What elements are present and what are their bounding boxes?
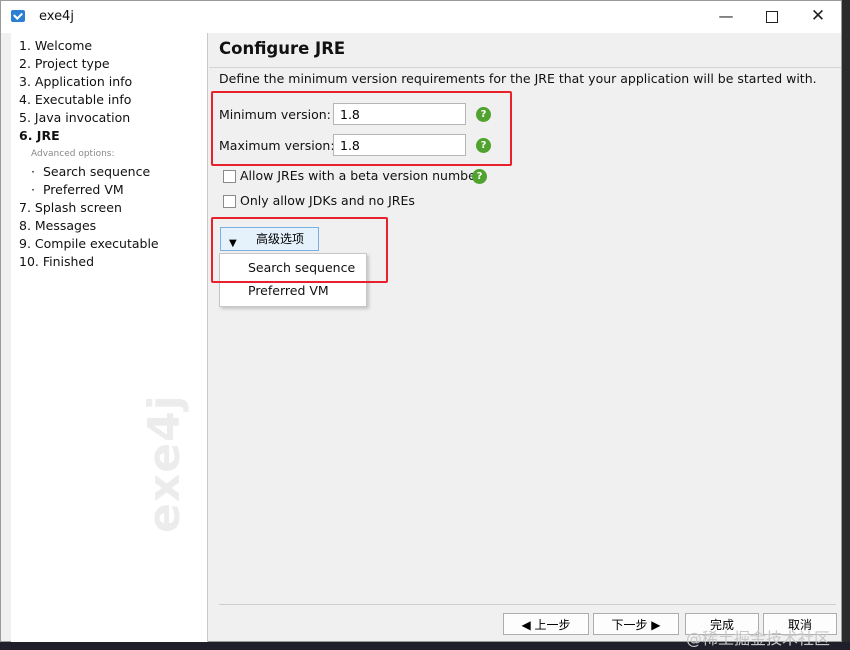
title-bar: exe4j — ✕ [1, 1, 841, 33]
menu-item-preferred-vm[interactable]: Preferred VM [248, 283, 329, 298]
site-watermark: @稀土掘金技术社区 [686, 629, 831, 648]
sidebar-item-search-sequence[interactable]: · Search sequence [31, 164, 150, 179]
exe4j-window: exe4j — ✕ 1. Welcome 2. Project type 3. … [0, 0, 842, 642]
minimize-button[interactable]: — [703, 1, 749, 33]
bullet-icon: · [31, 182, 35, 197]
advanced-options-label: Advanced options: [31, 149, 115, 159]
maximize-icon [766, 10, 778, 23]
beta-help-icon[interactable]: ? [472, 169, 487, 184]
beta-label: Allow JREs with a beta version number [240, 168, 481, 183]
sidebar-item-messages[interactable]: 8. Messages [19, 218, 96, 233]
page-title: Configure JRE [219, 39, 346, 58]
exe4j-watermark: exe4j [139, 394, 190, 533]
sidebar-item-compile-executable[interactable]: 9. Compile executable [19, 236, 159, 251]
title-divider [209, 67, 841, 68]
app-icon [11, 10, 25, 22]
jdk-only-label: Only allow JDKs and no JREs [240, 193, 415, 208]
sidebar-item-label: Search sequence [42, 164, 151, 179]
sidebar-item-executable-info[interactable]: 4. Executable info [19, 92, 131, 107]
sidebar-item-java-invocation[interactable]: 5. Java invocation [19, 110, 130, 125]
sidebar-item-project-type[interactable]: 2. Project type [19, 56, 110, 71]
highlight-box-versions [211, 91, 512, 166]
sidebar-item-application-info[interactable]: 3. Application info [19, 74, 132, 89]
sidebar-item-welcome[interactable]: 1. Welcome [19, 38, 92, 53]
steps-sidebar: 1. Welcome 2. Project type 3. Applicatio… [11, 33, 208, 642]
sidebar-item-preferred-vm[interactable]: · Preferred VM [31, 182, 124, 197]
close-button[interactable]: ✕ [795, 1, 841, 33]
back-button[interactable]: ◀ 上一步 [503, 613, 589, 635]
page-description: Define the minimum version requirements … [219, 71, 817, 86]
main-panel: Configure JRE Define the minimum version… [209, 33, 841, 642]
sidebar-item-finished[interactable]: 10. Finished [19, 254, 94, 269]
sidebar-item-label: Preferred VM [42, 182, 124, 197]
background-strip-right [842, 0, 850, 650]
beta-checkbox[interactable] [223, 170, 236, 183]
next-button[interactable]: 下一步 ▶ [593, 613, 679, 635]
window-title: exe4j [39, 9, 74, 24]
highlight-box-advanced [211, 217, 388, 283]
footer-divider [219, 604, 836, 605]
sidebar-item-jre[interactable]: 6. JRE [19, 128, 60, 143]
maximize-button[interactable] [749, 1, 795, 33]
jdk-only-checkbox[interactable] [223, 195, 236, 208]
bullet-icon: · [31, 164, 35, 179]
sidebar-item-splash-screen[interactable]: 7. Splash screen [19, 200, 122, 215]
